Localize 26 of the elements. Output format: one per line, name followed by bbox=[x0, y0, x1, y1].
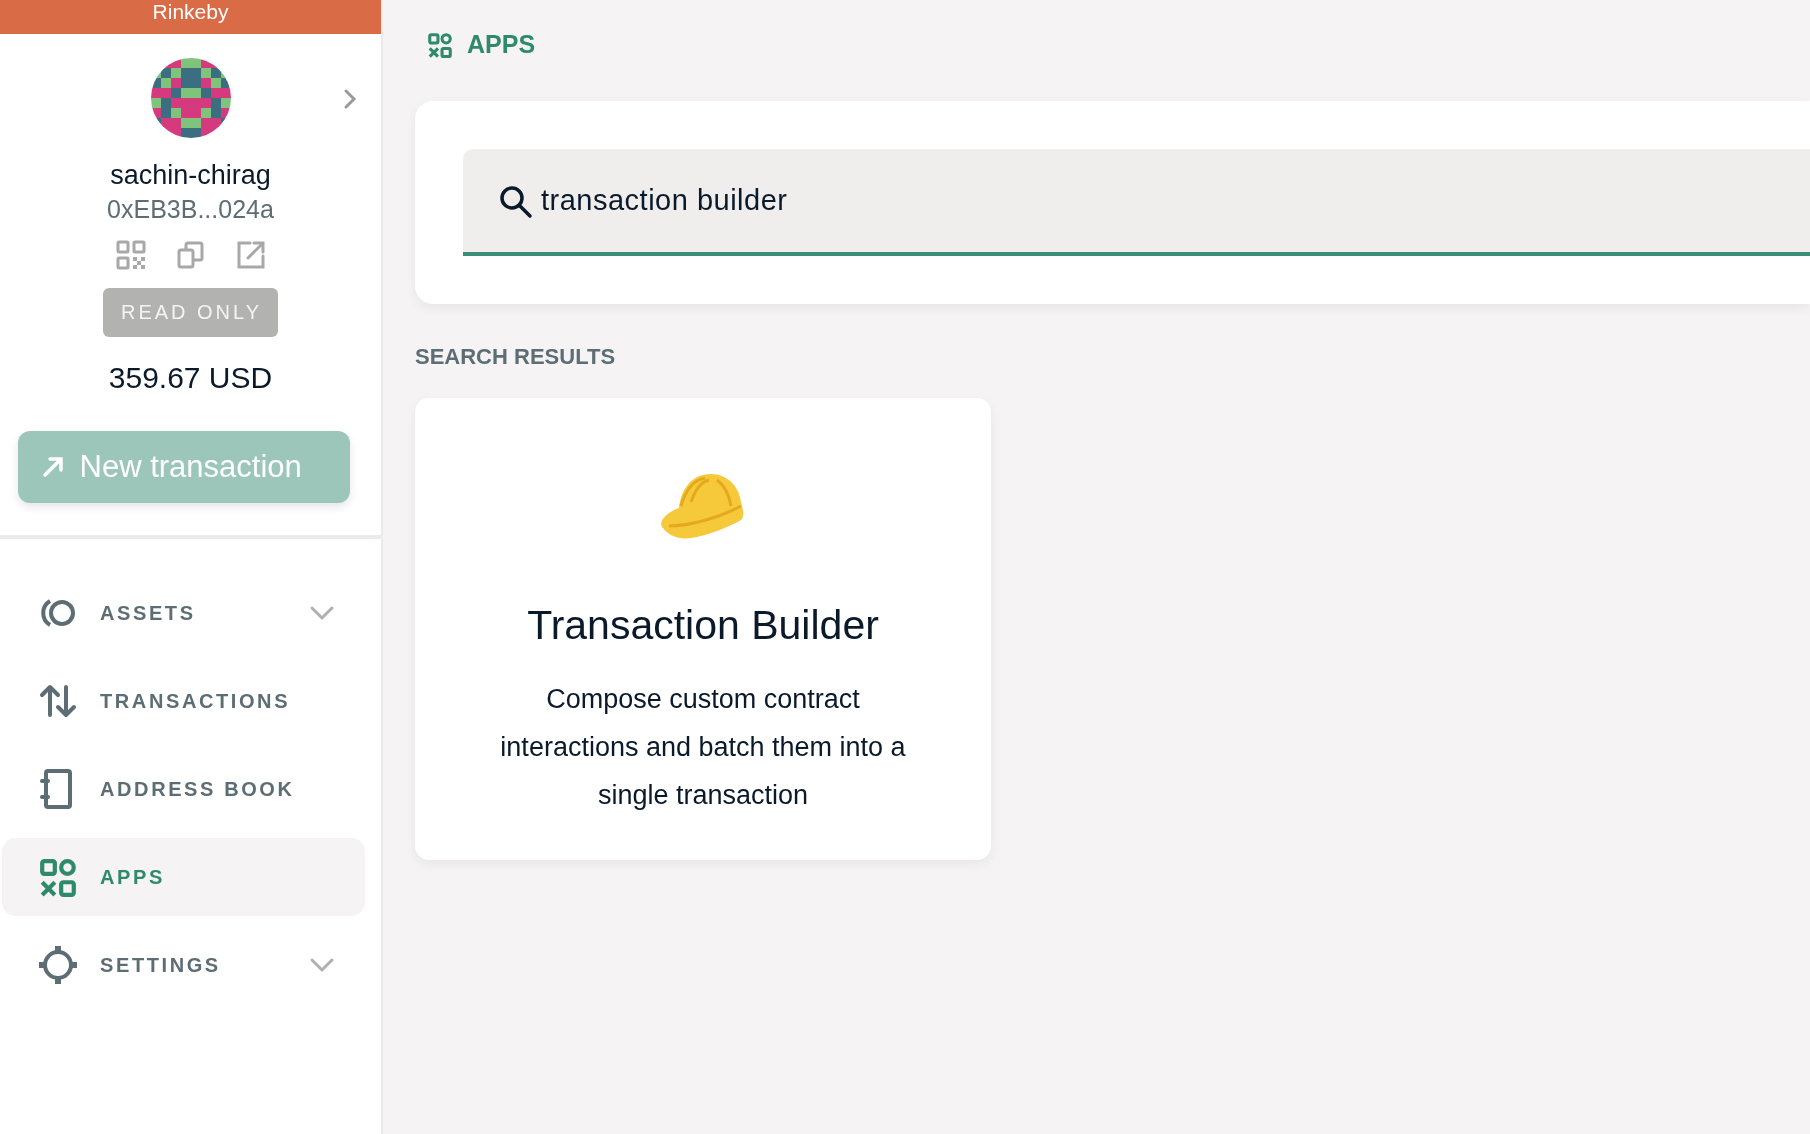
nav-item[interactable]: APPS bbox=[2, 838, 365, 916]
chevron-down-icon bbox=[309, 957, 335, 973]
page-title: APPS bbox=[467, 30, 536, 59]
network-label: Rinkeby bbox=[0, 0, 381, 34]
account-name: sachin-chirag bbox=[110, 160, 271, 191]
apps-grid-icon bbox=[427, 31, 453, 58]
chevron-down-icon bbox=[309, 605, 335, 621]
results-heading: SEARCH RESULTS bbox=[415, 344, 617, 370]
external-link-icon[interactable] bbox=[235, 240, 266, 270]
nav-item[interactable]: TRANSACTIONS bbox=[2, 662, 365, 740]
nav-item[interactable]: ADDRESS BOOK bbox=[2, 750, 365, 828]
arrow-up-right-icon bbox=[41, 456, 64, 478]
app-description: Compose custom contract interactions and batch them into a single transaction bbox=[499, 683, 907, 812]
account-balance: 359.67 USD bbox=[108, 361, 273, 395]
app-name: Transaction Builder bbox=[527, 602, 879, 649]
qr-code-icon[interactable] bbox=[115, 240, 146, 270]
account-address: 0xEB3B...024a bbox=[107, 195, 274, 224]
search-field[interactable]: transaction builder bbox=[463, 149, 1810, 256]
settings-icon bbox=[38, 945, 78, 985]
copy-icon[interactable] bbox=[175, 240, 206, 270]
apps-grid-icon bbox=[38, 857, 78, 897]
read-only-badge: READ ONLY bbox=[102, 288, 279, 337]
nav-item[interactable]: SETTINGS bbox=[2, 926, 365, 1004]
nav-item[interactable]: ASSETS bbox=[2, 574, 365, 652]
app-card[interactable]: Transaction Builder Compose custom contract interactions and batch them into a single transaction bbox=[415, 398, 991, 860]
avatar-identicon bbox=[150, 58, 231, 138]
